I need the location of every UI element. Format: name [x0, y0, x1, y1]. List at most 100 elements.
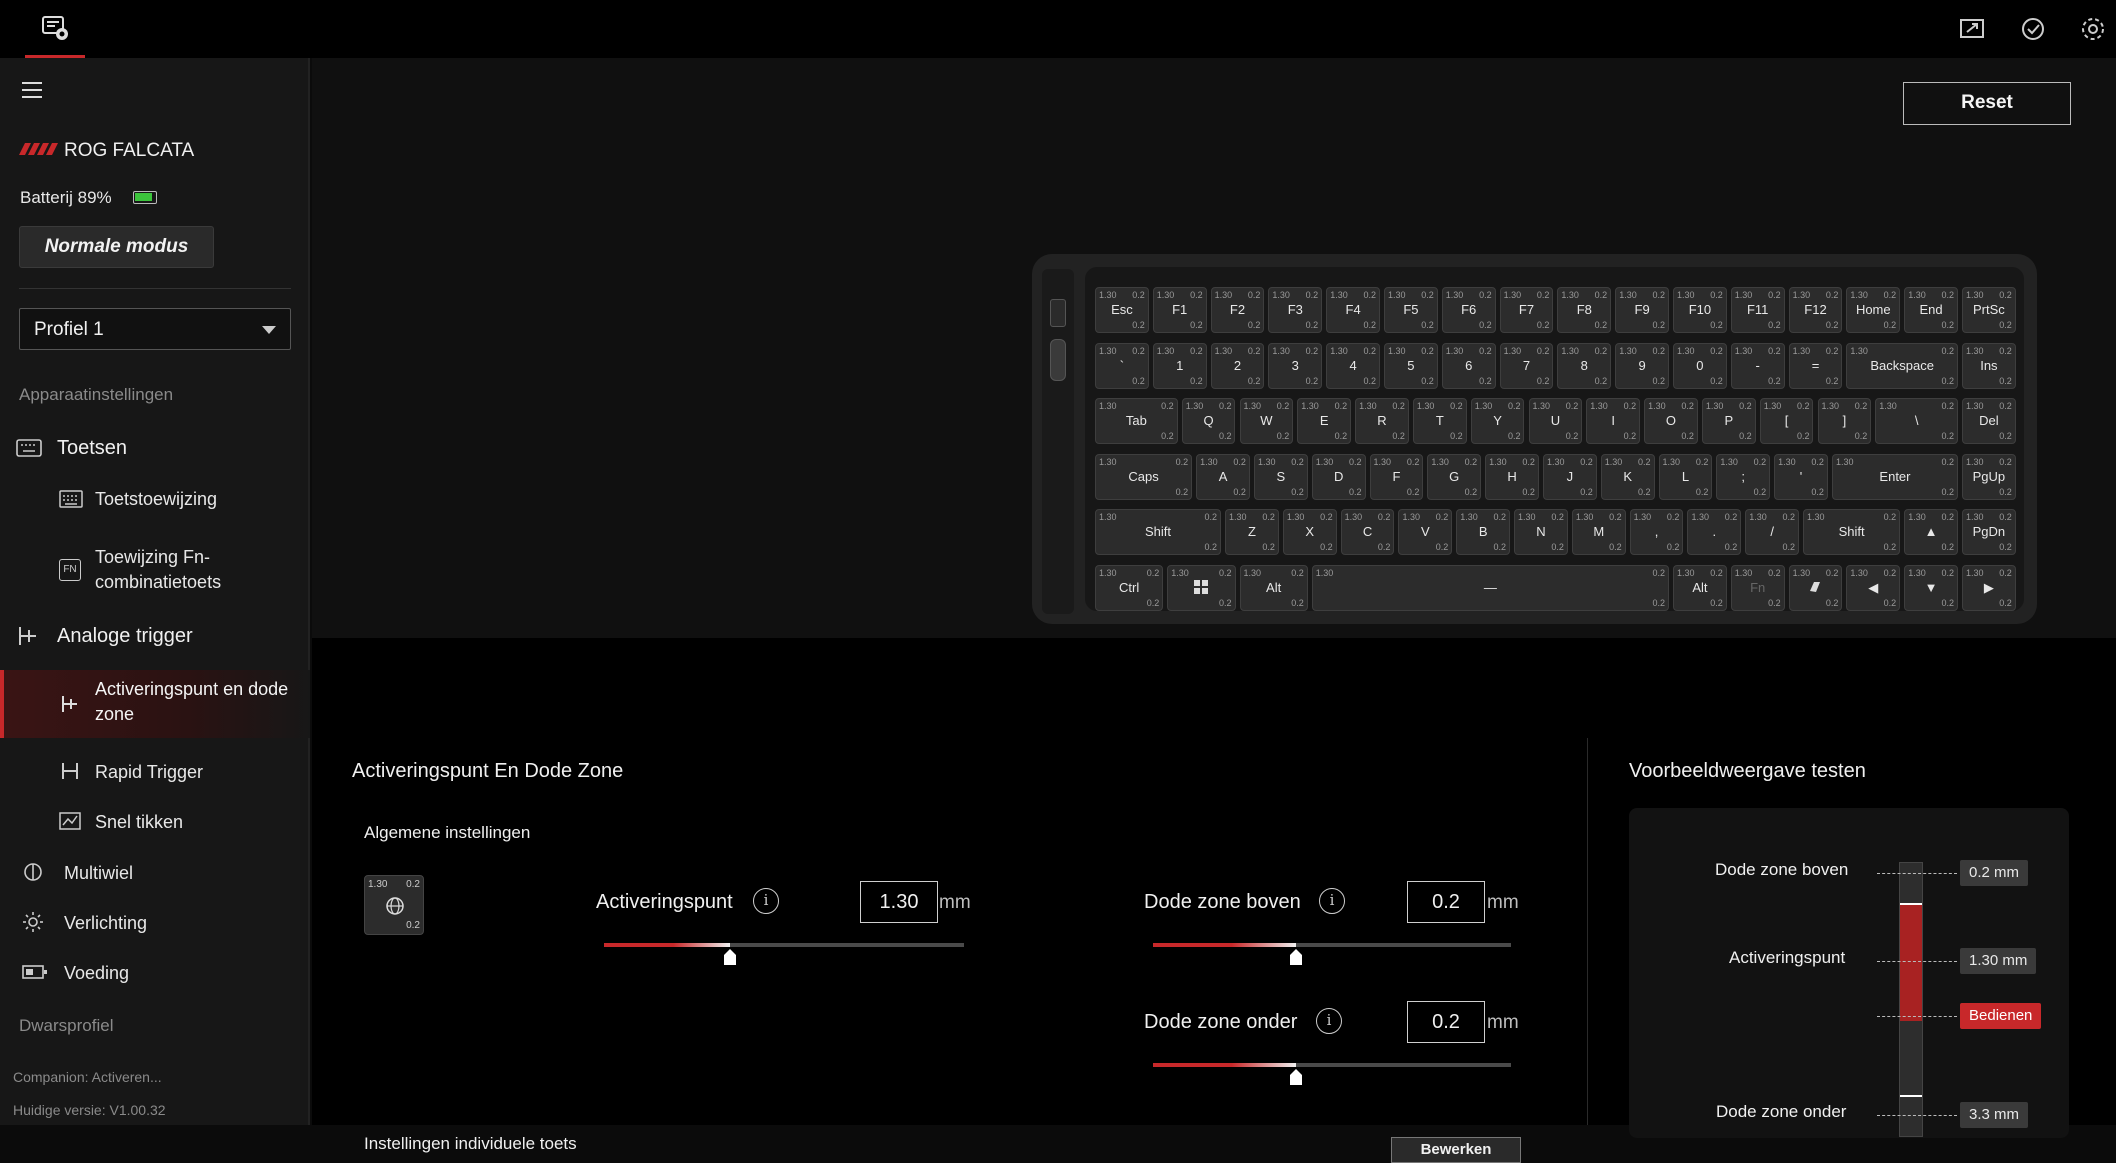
- sidebar-item-activeringspunt[interactable]: Activeringspunt en dode zone: [0, 670, 310, 738]
- key[interactable]: 1.30 0.2 0.2 L: [1658, 453, 1713, 500]
- section-dwarsprofiel[interactable]: Dwarsprofiel: [19, 1016, 113, 1036]
- key[interactable]: 1.30 0.2 0.2 PrtSc: [1962, 287, 2016, 333]
- key[interactable]: 1.30 0.2 0.2 Home: [1846, 287, 1901, 333]
- key[interactable]: 1.30 0.2 0.2.: [1687, 509, 1742, 555]
- key[interactable]: 1.30 0.2 0.2 Ctrl: [1095, 564, 1164, 611]
- key[interactable]: 1.30 0.2 0.2 F3: [1268, 287, 1323, 333]
- edit-button[interactable]: Bewerken: [1391, 1137, 1521, 1163]
- info-icon[interactable]: i: [1319, 888, 1345, 914]
- key[interactable]: 1.30 0.2 0.2 F9: [1615, 287, 1669, 333]
- key[interactable]: 1.30 0.2 0.2 Backspace: [1846, 342, 1958, 389]
- key[interactable]: 1.30 0.2 0.2 S: [1253, 453, 1308, 500]
- key[interactable]: 1.30 0.2 0.2 `: [1095, 342, 1149, 389]
- sidebar-item-toetstoewijzing[interactable]: Toetstoewijzing: [0, 478, 310, 518]
- key[interactable]: 1.30 0.2 0.2 0: [1673, 342, 1727, 389]
- key[interactable]: 1.30 0.2 0.2 F: [1369, 453, 1424, 500]
- key[interactable]: 1.30 0.2 0.2 C: [1340, 509, 1395, 555]
- key[interactable]: 1.30 0.2 0.2 PgUp: [1962, 453, 2016, 500]
- dode-zone-boven-input[interactable]: 0.2: [1407, 881, 1485, 923]
- key[interactable]: 1.30 0.2 0.2 ▼: [1904, 564, 1958, 611]
- screen-sync-icon[interactable]: [1957, 14, 1987, 44]
- key[interactable]: 1.30 0.2 0.2: [1167, 564, 1236, 611]
- dode-zone-onder-input[interactable]: 0.2: [1407, 1001, 1485, 1043]
- key[interactable]: 1.30 0.2 0.2 Shift: [1803, 509, 1901, 555]
- info-icon[interactable]: i: [753, 888, 779, 914]
- activeringspunt-slider[interactable]: [604, 943, 964, 947]
- key[interactable]: 1.30 0.2 0.2 7: [1499, 342, 1554, 389]
- key[interactable]: 1.30 0.2 0.2 5: [1384, 342, 1438, 389]
- key[interactable]: 1.30 0.2 0.2 8: [1557, 342, 1612, 389]
- key[interactable]: 1.30 0.2 0.2 A: [1196, 453, 1250, 500]
- key[interactable]: 1.30 0.2 0.2 3: [1268, 342, 1323, 389]
- key[interactable]: 1.30 0.2 0.2 I: [1586, 398, 1641, 444]
- key[interactable]: 1.30 0.2 0.2 Ins: [1962, 342, 2016, 389]
- key[interactable]: 1.30 0.2 0.2 =: [1788, 342, 1843, 389]
- sidebar-item-fn-combination[interactable]: FN Toewijzing Fn- combinatietoets: [0, 543, 310, 603]
- key[interactable]: 1.30 0.2 0.2 W: [1239, 398, 1294, 444]
- dode-zone-boven-slider[interactable]: [1153, 943, 1511, 947]
- key[interactable]: 1.30 0.2 0.2-: [1730, 342, 1785, 389]
- key[interactable]: 1.30 0.2 0.2 F6: [1441, 287, 1496, 333]
- key[interactable]: 1.30 0.2 0.2 4: [1326, 342, 1380, 389]
- reset-button[interactable]: Reset: [1903, 82, 2071, 125]
- hamburger-menu-icon[interactable]: [20, 80, 44, 100]
- key[interactable]: 1.30 0.2 0.2 [: [1759, 398, 1814, 444]
- key[interactable]: 1.30 0.2 0.2 J: [1542, 453, 1597, 500]
- sidebar-item-verlichting[interactable]: Verlichting: [0, 902, 310, 942]
- key[interactable]: 1.30 0.2 0.2 K: [1600, 453, 1655, 500]
- key[interactable]: 1.30 0.2 0.2 Q: [1181, 398, 1236, 444]
- key[interactable]: 1.30 0.2 0.2 —: [1311, 564, 1669, 611]
- key[interactable]: 1.30 0.2 0.2 F2: [1210, 287, 1265, 333]
- key[interactable]: 1.30 0.2 0.2 U: [1528, 398, 1583, 444]
- key[interactable]: 1.30 0.2 0.2 F1: [1152, 287, 1207, 333]
- profile-select[interactable]: Profiel 1: [19, 308, 291, 350]
- key[interactable]: 1.30 0.2 0.2 Y: [1470, 398, 1525, 444]
- key[interactable]: 1.30 0.2 0.2 F12: [1788, 287, 1843, 333]
- key[interactable]: 1.30 0.2 0.2 H: [1485, 453, 1539, 500]
- key[interactable]: 1.30 0.2 0.2 G: [1427, 453, 1482, 500]
- key[interactable]: 1.30 0.2 0.2 F7: [1499, 287, 1554, 333]
- sidebar-item-rapid-trigger[interactable]: Rapid Trigger: [0, 751, 310, 791]
- key[interactable]: 1.30 0.2 0.2 Z: [1225, 509, 1279, 555]
- sidebar-item-toetsen[interactable]: Toetsen: [0, 428, 310, 468]
- key[interactable]: 1.30 0.2 0.2 F11: [1730, 287, 1785, 333]
- sidebar-item-snel-tikken[interactable]: Snel tikken: [0, 801, 310, 841]
- key[interactable]: 1.30 0.2 0.2 F4: [1326, 287, 1380, 333]
- key[interactable]: 1.30 0.2 0.2 Alt: [1673, 564, 1727, 611]
- armoury-crate-tab[interactable]: [25, 0, 85, 58]
- key[interactable]: 1.30 0.2 0.2 B: [1456, 509, 1511, 555]
- key[interactable]: 1.30 0.2 0.2 /: [1745, 509, 1800, 555]
- activeringspunt-input[interactable]: 1.30: [860, 881, 938, 923]
- dode-zone-onder-slider[interactable]: [1153, 1063, 1511, 1067]
- key[interactable]: 1.30 0.2 0.2 2: [1210, 342, 1265, 389]
- key[interactable]: 1.30 0.2 0.2 T: [1412, 398, 1467, 444]
- key[interactable]: 1.30 0.2 0.2,: [1629, 509, 1684, 555]
- key[interactable]: 1.30 0.2 0.2 R: [1355, 398, 1409, 444]
- key[interactable]: 1.30 0.2 0.2 N: [1514, 509, 1568, 555]
- key[interactable]: 1.30 0.2 0.2 F8: [1557, 287, 1612, 333]
- key[interactable]: 1.30 0.2 0.2 9: [1615, 342, 1669, 389]
- key[interactable]: 1.30 0.2 0.2 M: [1571, 509, 1626, 555]
- key[interactable]: 1.30 0.2 0.2 Del: [1962, 398, 2016, 444]
- key[interactable]: 1.30 0.2 0.2: [1788, 564, 1843, 611]
- sidebar-item-multiwiel[interactable]: Multiwiel: [0, 852, 310, 892]
- check-update-icon[interactable]: [2018, 14, 2048, 44]
- mode-button[interactable]: Normale modus: [19, 226, 214, 268]
- key[interactable]: 1.30 0.2 0.2;: [1716, 453, 1771, 500]
- key[interactable]: 1.30 0.2 0.2 ◀: [1846, 564, 1901, 611]
- key[interactable]: 1.30 0.2 0.2 Esc: [1095, 287, 1149, 333]
- key[interactable]: 1.30 0.2 0.2 PgDn: [1962, 509, 2016, 555]
- key[interactable]: 1.30 0.2 0.2]: [1817, 398, 1872, 444]
- key[interactable]: 1.30 0.2 0.2 V: [1398, 509, 1453, 555]
- key[interactable]: 1.30 0.2 0.2 ▲: [1904, 509, 1958, 555]
- key[interactable]: 1.30 0.2 0.2 Alt: [1239, 564, 1308, 611]
- key[interactable]: 1.30 0.2 0.2 O: [1644, 398, 1698, 444]
- key[interactable]: 1.30 0.2 0.2 1: [1152, 342, 1207, 389]
- key[interactable]: 1.30 0.2 0.2 Caps: [1095, 453, 1193, 500]
- key[interactable]: 1.30 0.2 0.2 6: [1441, 342, 1496, 389]
- key[interactable]: 1.30 0.2 0.2 Enter: [1831, 453, 1958, 500]
- sidebar-item-analoge-trigger[interactable]: Analoge trigger: [0, 616, 310, 656]
- key[interactable]: 1.30 0.2 0.2 D: [1311, 453, 1366, 500]
- scroll-wheel[interactable]: [1050, 339, 1066, 381]
- key[interactable]: 1.30 0.2 0.2 \: [1875, 398, 1958, 444]
